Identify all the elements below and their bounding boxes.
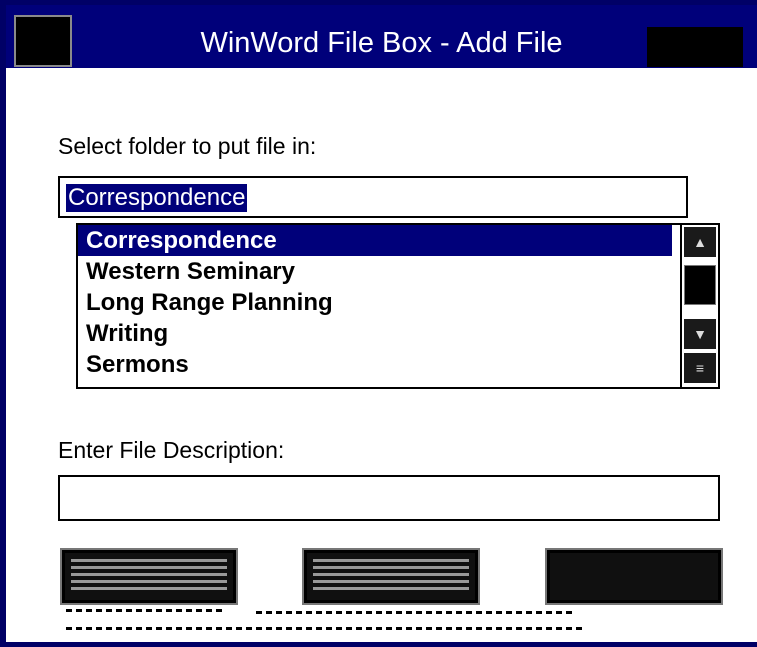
folder-label: Select folder to put file in: [58,133,317,159]
scroll-end-icon[interactable]: ≡ [684,353,716,383]
third-button[interactable] [545,548,723,605]
ok-button[interactable] [60,548,238,605]
folder-combobox-value[interactable]: Correspondence [66,184,248,212]
scroll-up-arrow-icon[interactable]: ▲ [684,227,716,257]
folder-list-item[interactable]: Correspondence [78,225,672,256]
scroll-down-arrow-icon[interactable]: ▼ [684,319,716,349]
folder-list[interactable]: Correspondence Western Seminary Long Ran… [76,223,720,389]
title-bar[interactable]: WinWord File Box - Add File [6,5,757,68]
ok-button-face [71,559,227,594]
title-bar-controls[interactable] [647,27,743,67]
folder-list-scrollbar[interactable]: ▲ ▼ ≡ [680,225,718,387]
folder-combobox[interactable]: Correspondence [58,176,688,218]
folder-list-item[interactable]: Sermons [78,349,672,380]
cancel-button-face [313,559,469,594]
description-label: Enter File Description: [58,437,285,463]
window-title: WinWord File Box - Add File [200,27,563,59]
scrollbar-thumb[interactable] [684,265,716,305]
folder-list-item[interactable]: Long Range Planning [78,287,672,318]
folder-list-item[interactable]: Writing [78,318,672,349]
scan-noise [66,609,226,612]
scan-noise [66,627,586,630]
add-file-dialog: WinWord File Box - Add File Select folde… [0,0,757,647]
folder-list-item[interactable]: Western Seminary [78,256,672,287]
cancel-button[interactable] [302,548,480,605]
file-description-input[interactable] [58,475,720,521]
scan-noise [256,611,576,614]
